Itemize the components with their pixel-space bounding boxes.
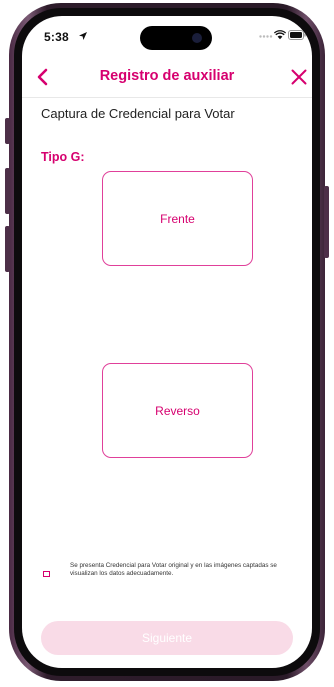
- mute-switch: [5, 118, 10, 144]
- capture-back-label: Reverso: [155, 403, 200, 418]
- volume-down-button: [5, 226, 10, 272]
- location-arrow-icon: [79, 32, 87, 40]
- status-bar: 5:38: [22, 16, 312, 60]
- status-time: 5:38: [44, 30, 69, 44]
- capture-front-label: Frente: [160, 211, 195, 226]
- dynamic-island: [140, 26, 212, 50]
- next-button-label: Siguiente: [141, 631, 193, 645]
- page-title: Registro de auxiliar: [99, 68, 235, 84]
- volume-up-button: [5, 168, 10, 214]
- capture-front-button[interactable]: Frente: [102, 171, 253, 266]
- app-screen: 5:38 Registro de auxiliar Captura de Cre…: [22, 16, 312, 668]
- chevron-left-icon[interactable]: [34, 67, 52, 87]
- device-stage: 5:38 Registro de auxiliar Captura de Cre…: [0, 0, 334, 687]
- wifi-icon: [274, 30, 286, 40]
- battery-icon: [288, 30, 306, 40]
- camera-icon: [192, 33, 202, 43]
- header-divider: [22, 97, 312, 98]
- credential-type-label: Tipo G:: [41, 150, 85, 164]
- consent-text: Se presenta Credencial para Votar origin…: [70, 562, 277, 578]
- power-button: [324, 186, 329, 258]
- close-icon[interactable]: [290, 68, 308, 86]
- consent-checkbox[interactable]: [43, 571, 50, 577]
- navigation-bar: Registro de auxiliar: [22, 66, 312, 88]
- capture-back-button[interactable]: Reverso: [102, 363, 253, 458]
- next-button[interactable]: Siguiente: [41, 621, 293, 655]
- section-title: Captura de Credencial para Votar: [41, 106, 235, 121]
- signal-icon: [259, 35, 273, 38]
